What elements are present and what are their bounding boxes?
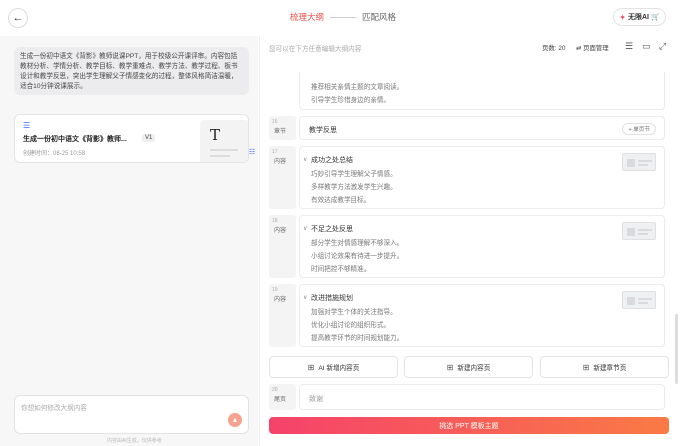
row-number-cell: 20 尾页 — [269, 384, 296, 410]
row-number-cell: 18 内容 — [269, 215, 296, 278]
row-line: 有效达成教学目标。 — [311, 197, 371, 204]
outline-row[interactable]: 推荐相关亲情主题的文章阅读。 引导学生珍惜身边的亲情。 — [269, 72, 665, 110]
row-number: 20 — [272, 387, 278, 393]
chat-input[interactable]: 你想如何修改大纲内容 ▲ — [14, 395, 249, 434]
row-number: 18 — [272, 218, 278, 224]
step-divider — [330, 16, 357, 18]
new-chapter-label: 新建章节页 — [593, 365, 627, 372]
row-line: 引导学生珍惜身边的亲情。 — [311, 97, 391, 104]
outline-row-content[interactable]: 18 内容 ∨ 不足之处反思 部分学生对情感理解不够深入。 小组讨论效果有待进一… — [269, 215, 665, 278]
list-view-icon[interactable]: ☰ — [625, 41, 633, 52]
send-button[interactable]: ▲ — [228, 413, 242, 427]
ai-add-content-button[interactable]: ⊞ AI 新增内容页 — [269, 356, 398, 378]
outline-icon: ☰ — [23, 121, 31, 130]
sparkle-icon: ✦ — [619, 12, 626, 22]
new-chapter-page-button[interactable]: ⊞ 新建章节页 — [540, 356, 669, 378]
doc-created-time: 创建时间：08-25 10:58 — [23, 151, 86, 157]
slide-thumbnail[interactable] — [622, 291, 656, 309]
row-line: 部分学生对情感理解不够深入。 — [311, 240, 404, 247]
row-line: 提高教学环节的时间规划能力。 — [311, 335, 404, 342]
row-line: 优化小组讨论的组织形式。 — [311, 322, 391, 329]
left-panel: 生成一份初中语文《背影》教师说课PPT，用于校级公开课评审。内容包括教材分析、学… — [0, 36, 258, 446]
row-line: 加强对学生个体的关注指导。 — [311, 309, 397, 316]
back-button[interactable]: ← — [8, 8, 28, 28]
ai-page-icon: ⊞ — [307, 362, 315, 372]
row-number-cell: 16 章节 — [269, 116, 296, 140]
row-type-tag: 内容 — [274, 159, 287, 165]
row-number-cell: 19 内容 — [269, 284, 296, 347]
row-type-tag: 章节 — [274, 129, 287, 135]
expand-icon[interactable]: ⤢ — [659, 41, 666, 52]
unlimited-ai-button[interactable]: ✦ 无限AI 🛒 — [613, 8, 666, 26]
editor-hint: 您可以在下方任意编辑大纲内容 — [269, 46, 362, 53]
ai-disclaimer: 内容由AI生成，仅供参考 — [107, 438, 162, 444]
outline-row-end[interactable]: 20 尾页 致谢 — [269, 384, 665, 410]
new-content-label: 新建内容页 — [457, 365, 491, 372]
row-number: 16 — [272, 119, 278, 125]
row-title: 致谢 — [309, 396, 323, 403]
new-content-page-button[interactable]: ⊞ 新建内容页 — [404, 356, 533, 378]
comment-icon[interactable]: ▭ — [642, 41, 651, 52]
outline-row-content[interactable]: 17 内容 ∨ 成功之处总结 巧妙引导学生理解父子情感。 多样教学方法激发学生兴… — [269, 146, 665, 209]
row-type-tag: 内容 — [274, 297, 287, 303]
thumb-letter: T — [210, 126, 221, 144]
step-indicator: 梳理大纲 匹配风格 — [290, 11, 396, 23]
step-style[interactable]: 匹配风格 — [362, 11, 396, 23]
row-title: 改进措施规划 — [311, 295, 353, 302]
row-line: 推荐相关亲情主题的文章阅读。 — [311, 84, 404, 91]
cart-icon: 🛒 — [650, 14, 660, 21]
send-arrow-icon: ▲ — [231, 416, 239, 424]
doc-title: 生成一份初中语文《背影》教师... — [23, 136, 127, 143]
row-number-cell: 17 内容 — [269, 146, 296, 209]
user-prompt-bubble: 生成一份初中语文《背影》教师说课PPT，用于校级公开课评审。内容包括教材分析、学… — [14, 47, 249, 95]
row-number: 17 — [272, 149, 278, 155]
doc-thumbnail: T — [200, 120, 248, 162]
row-title: 不足之处反思 — [311, 226, 353, 233]
thumb-line — [210, 155, 230, 157]
row-line: 多样教学方法激发学生兴趣。 — [311, 184, 397, 191]
step-outline[interactable]: 梳理大纲 — [290, 11, 324, 23]
row-title: 成功之处总结 — [311, 157, 353, 164]
chapter-icon: ⊞ — [582, 362, 590, 372]
page-icon: ⊞ — [446, 362, 454, 372]
row-line: 小组讨论效果有待进一步提升。 — [311, 253, 404, 260]
page-manage-button[interactable]: ⇄ 页面管理 — [576, 43, 609, 52]
single-section-button[interactable]: + 单页节 — [622, 123, 656, 135]
editor-toolbar: 您可以在下方任意编辑大纲内容 页数: 20 ⇄ 页面管理 ☰ ▭ ⤢ — [260, 36, 680, 60]
ai-add-label: AI 新增内容页 — [318, 365, 360, 372]
outline-view-icon[interactable]: ☷ — [249, 148, 255, 156]
outline-doc-card[interactable]: ☰ 生成一份初中语文《背影》教师... V1 创建时间：08-25 10:58 … — [14, 114, 249, 163]
chat-placeholder: 你想如何修改大纲内容 — [21, 405, 87, 412]
row-line: 巧妙引导学生理解父子情感。 — [311, 171, 397, 178]
page-count: 页数: 20 — [542, 45, 566, 52]
slide-thumbnail[interactable] — [622, 222, 656, 240]
chevron-down-icon[interactable]: ∨ — [303, 156, 307, 163]
choose-template-button[interactable]: 挑选 PPT 模板主题 — [269, 417, 669, 434]
top-bar: ← 梳理大纲 匹配风格 ✦ 无限AI 🛒 — [0, 0, 680, 36]
version-badge: V1 — [142, 134, 156, 142]
outline-editor: 您可以在下方任意编辑大纲内容 页数: 20 ⇄ 页面管理 ☰ ▭ ⤢ 推荐相关亲… — [259, 36, 680, 446]
row-type-tag: 内容 — [274, 228, 287, 234]
row-title: 教学反思 — [309, 127, 337, 134]
chevron-down-icon[interactable]: ∨ — [303, 225, 307, 232]
scrollbar[interactable] — [675, 314, 678, 384]
outline-row-chapter[interactable]: 16 章节 教学反思 + 单页节 — [269, 116, 665, 140]
arrow-left-icon: ← — [12, 12, 24, 24]
chevron-down-icon[interactable]: ∨ — [303, 294, 307, 301]
outline-row-content[interactable]: 19 内容 ∨ 改进措施规划 加强对学生个体的关注指导。 优化小组讨论的组织形式… — [269, 284, 665, 347]
row-number: 19 — [272, 287, 278, 293]
thumb-line — [210, 149, 238, 151]
single-section-label: 单页节 — [633, 127, 650, 133]
ai-button-label: 无限AI — [627, 14, 649, 21]
row-line: 时间把控不够精准。 — [311, 266, 371, 273]
row-type-tag: 尾页 — [274, 397, 287, 403]
slide-thumbnail[interactable] — [622, 153, 656, 171]
page-manage-label: 页面管理 — [583, 45, 609, 52]
